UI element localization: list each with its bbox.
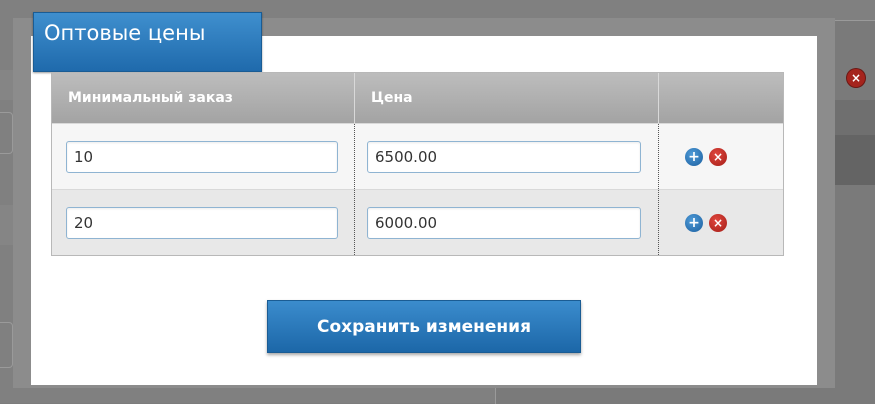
background-close-icon[interactable]: ×: [847, 69, 865, 87]
add-row-icon[interactable]: +: [685, 147, 703, 166]
price-cell: [354, 190, 658, 255]
table-row: + ×: [52, 189, 783, 255]
background-row: [835, 100, 875, 135]
remove-row-icon[interactable]: ×: [709, 147, 727, 166]
table-header: Минимальный заказ Цена: [52, 73, 783, 123]
background-field: [0, 322, 13, 368]
header-actions: [658, 73, 783, 123]
min-order-input[interactable]: [66, 140, 338, 173]
dialog-title: Оптовые цены: [33, 12, 262, 72]
save-changes-button[interactable]: Сохранить изменения: [267, 300, 581, 353]
remove-row-icon[interactable]: ×: [709, 213, 727, 232]
background-row: [835, 135, 875, 185]
min-order-cell: [52, 190, 354, 255]
row-actions: + ×: [658, 190, 783, 255]
header-min-order: Минимальный заказ: [68, 90, 233, 106]
min-order-cell: [52, 124, 354, 189]
price-input[interactable]: [367, 206, 641, 239]
table-row: + ×: [52, 123, 783, 189]
add-row-icon[interactable]: +: [685, 213, 703, 232]
prices-table: Минимальный заказ Цена + × + ×: [51, 72, 784, 256]
price-cell: [354, 124, 658, 189]
price-input[interactable]: [367, 140, 641, 173]
background-field: [0, 112, 13, 154]
min-order-input[interactable]: [66, 206, 338, 239]
row-actions: + ×: [658, 124, 783, 189]
header-price: Цена: [354, 73, 658, 123]
